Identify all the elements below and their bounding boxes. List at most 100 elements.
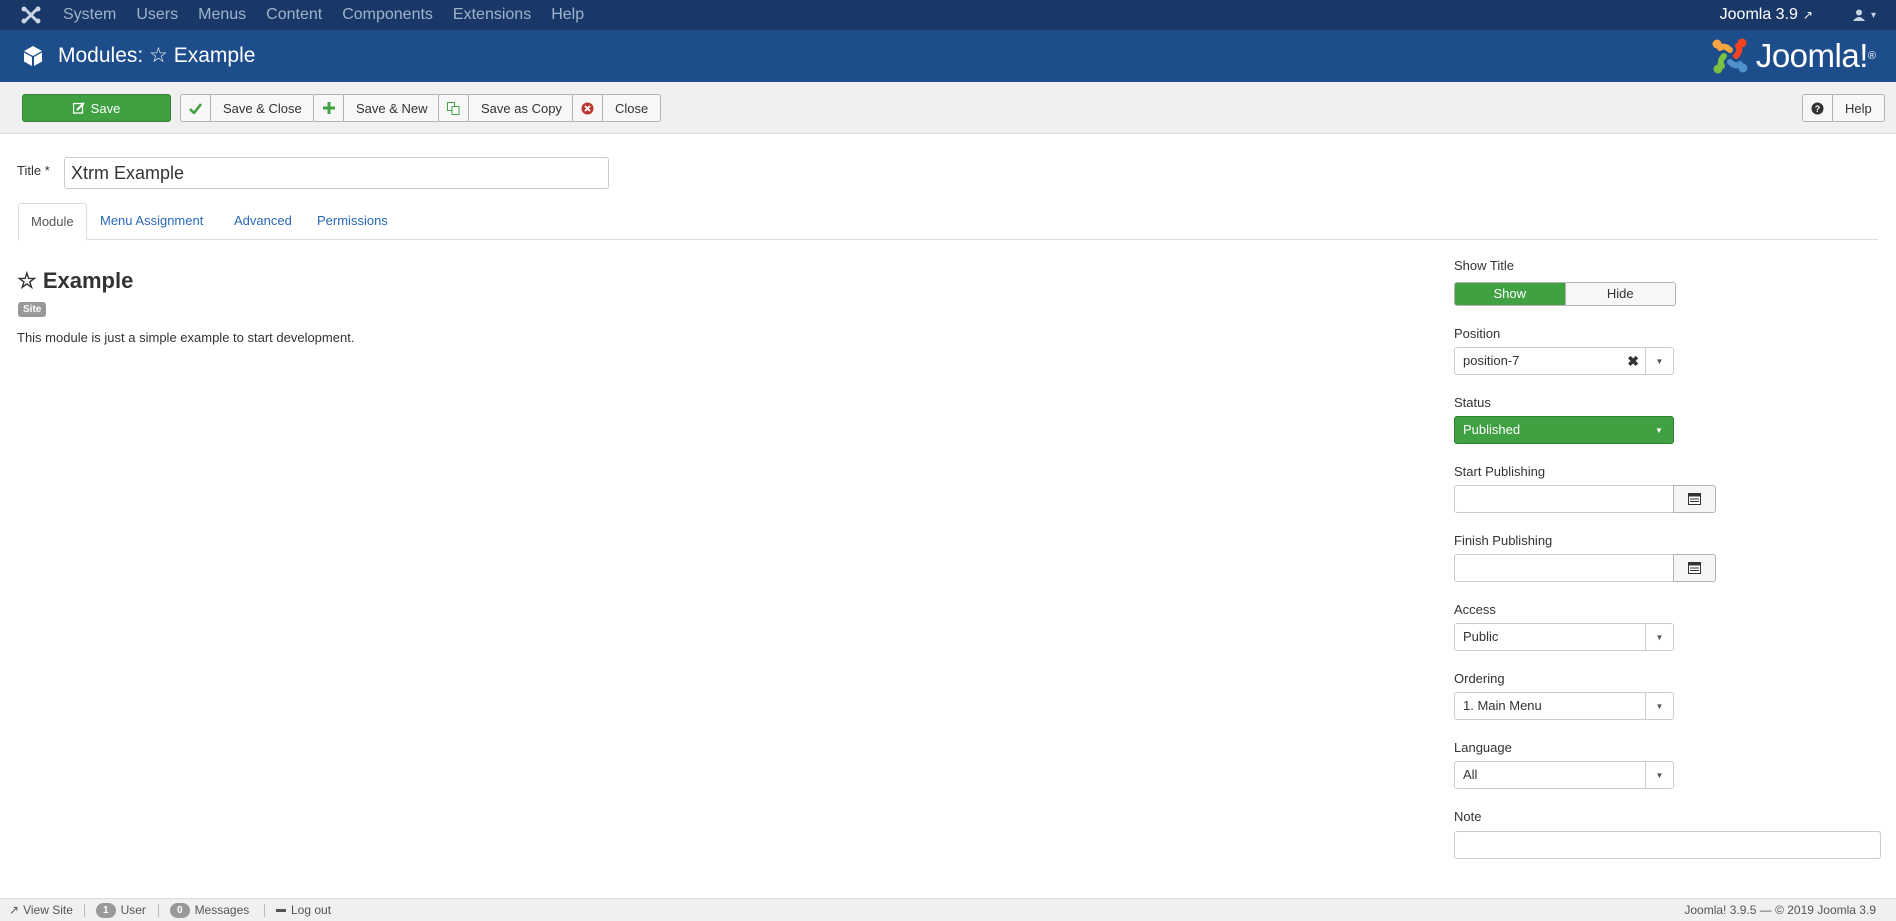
menu-system[interactable]: System: [63, 0, 116, 30]
close-button[interactable]: Close: [572, 94, 662, 122]
start-publishing-field: [1454, 485, 1716, 513]
menu-extensions[interactable]: Extensions: [453, 0, 531, 30]
divider: [158, 904, 159, 917]
finish-publishing-label: Finish Publishing: [1454, 533, 1553, 548]
access-value: Public: [1463, 629, 1499, 644]
language-select[interactable]: All ▼: [1454, 761, 1674, 789]
logout-link[interactable]: Log out: [276, 899, 331, 921]
cancel-circle-icon: [573, 95, 603, 121]
status-bar: ↗ View Site 1 User 0 Messages Log out Jo…: [0, 898, 1896, 921]
menu-content[interactable]: Content: [266, 0, 322, 30]
caret-down-icon: ▼: [1645, 348, 1673, 374]
messages-count-badge: 0: [170, 902, 190, 918]
start-publishing-input[interactable]: [1454, 485, 1674, 513]
minus-icon: [276, 908, 286, 912]
tab-bar: Module Menu Assignment Advanced Permissi…: [18, 203, 1878, 241]
access-select[interactable]: Public ▼: [1454, 623, 1674, 651]
access-label: Access: [1454, 602, 1496, 617]
copy-icon: [439, 95, 469, 121]
joomla-logo-text: Joomla!: [1755, 37, 1869, 74]
help-button[interactable]: ? Help: [1802, 94, 1885, 122]
check-icon: [181, 95, 211, 121]
position-select[interactable]: position-7 ✖ ▼: [1454, 347, 1674, 375]
status-value: Published: [1463, 422, 1521, 437]
finish-calendar-button[interactable]: [1673, 554, 1716, 582]
show-title-toggle: Show Hide: [1454, 282, 1676, 306]
title-label: Title *: [17, 163, 50, 178]
page-title: Modules: ☆ Example: [58, 44, 256, 67]
divider: [264, 904, 265, 917]
caret-down-icon: ▼: [1645, 624, 1673, 650]
plus-icon: [314, 95, 344, 121]
messages-link[interactable]: 0 Messages: [170, 899, 249, 921]
joomla-logo[interactable]: Joomla! ®: [1710, 36, 1876, 76]
caret-down-icon: ▾: [1870, 9, 1876, 21]
site-badge: Site: [18, 302, 47, 317]
view-site-link[interactable]: ↗ View Site: [9, 899, 73, 921]
clear-icon[interactable]: ✖: [1627, 348, 1639, 374]
edit-icon: [72, 95, 85, 121]
caret-down-icon: ▼: [1645, 693, 1673, 719]
tab-permissions[interactable]: Permissions: [305, 203, 400, 240]
menu-users[interactable]: Users: [136, 0, 178, 30]
save-button[interactable]: Save: [22, 94, 171, 122]
svg-text:?: ?: [1815, 104, 1821, 114]
title-input[interactable]: [64, 157, 609, 189]
menu-components[interactable]: Components: [342, 0, 433, 30]
calendar-icon: [1688, 493, 1701, 505]
save-new-label: Save & New: [356, 100, 428, 116]
save-close-label: Save & Close: [223, 100, 302, 116]
external-link-icon: ↗: [1802, 8, 1813, 22]
show-option[interactable]: Show: [1455, 283, 1565, 305]
user-menu[interactable]: ▾: [1852, 9, 1876, 21]
note-label: Note: [1454, 809, 1482, 824]
messages-label: Messages: [194, 903, 250, 917]
users-link[interactable]: 1 User: [96, 899, 146, 921]
joomla-logo-mark: [1712, 38, 1748, 74]
module-description: This module is just a simple example to …: [17, 330, 355, 345]
divider: [84, 904, 85, 917]
site-link[interactable]: Joomla 3.9 ↗: [1720, 6, 1813, 24]
top-navbar: System Users Menus Content Components Ex…: [0, 0, 1896, 30]
tab-advanced[interactable]: Advanced: [222, 203, 304, 240]
external-link-icon: ↗: [9, 903, 20, 917]
help-label: Help: [1845, 100, 1872, 116]
status-select[interactable]: Published ▼: [1454, 416, 1674, 444]
tab-menu-assignment[interactable]: Menu Assignment: [88, 203, 215, 240]
status-label: Status: [1454, 395, 1491, 410]
cube-icon: [24, 46, 42, 66]
save-close-button[interactable]: Save & Close: [180, 94, 315, 122]
caret-down-icon: ▼: [1655, 425, 1663, 435]
footer-copyright: Joomla! 3.9.5 — © 2019 Joomla 3.9: [1684, 903, 1876, 917]
ordering-select[interactable]: 1. Main Menu ▼: [1454, 692, 1674, 720]
view-site-label: View Site: [23, 903, 73, 917]
finish-publishing-input[interactable]: [1454, 554, 1674, 582]
question-icon: ?: [1803, 95, 1833, 121]
finish-publishing-field: [1454, 554, 1716, 582]
module-heading: ☆ Example: [17, 268, 134, 293]
menu-menus[interactable]: Menus: [198, 0, 246, 30]
ordering-value: 1. Main Menu: [1463, 698, 1542, 713]
position-value: position-7: [1463, 353, 1520, 368]
language-label: Language: [1454, 740, 1512, 755]
joomla-icon[interactable]: [20, 5, 42, 25]
start-publishing-label: Start Publishing: [1454, 464, 1546, 479]
close-label: Close: [615, 100, 649, 116]
page-header: Modules: ☆ Example Joomla! ®: [0, 30, 1896, 82]
user-count-badge: 1: [96, 902, 116, 918]
hide-option[interactable]: Hide: [1564, 283, 1675, 305]
language-value: All: [1463, 767, 1478, 782]
note-input[interactable]: [1454, 831, 1881, 859]
menu-help[interactable]: Help: [551, 0, 584, 30]
navbar-right: Joomla 3.9 ↗ ▾: [1720, 0, 1876, 30]
show-title-label: Show Title: [1454, 258, 1514, 273]
save-copy-button[interactable]: Save as Copy: [438, 94, 575, 122]
tab-module[interactable]: Module: [18, 203, 87, 241]
position-label: Position: [1454, 326, 1501, 341]
save-copy-label: Save as Copy: [481, 100, 562, 116]
user-label: User: [120, 903, 146, 917]
save-new-button[interactable]: Save & New: [313, 94, 441, 122]
registered-mark: ®: [1867, 50, 1876, 62]
logout-label: Log out: [291, 903, 332, 917]
start-calendar-button[interactable]: [1673, 485, 1716, 513]
